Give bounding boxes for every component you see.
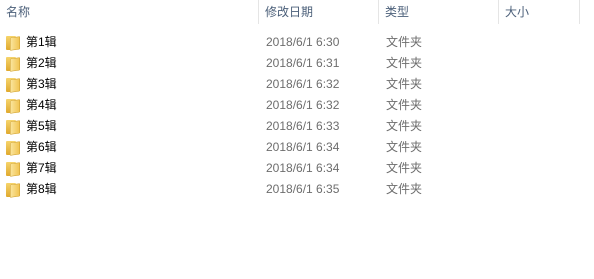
file-modified: 2018/6/1 6:33 — [266, 119, 340, 133]
file-modified: 2018/6/1 6:34 — [266, 140, 340, 154]
column-header-modified[interactable]: 修改日期 — [259, 0, 378, 24]
file-name: 第8辑 — [26, 182, 57, 196]
column-header-modified-label: 修改日期 — [265, 5, 314, 19]
file-row[interactable]: 第6辑 2018/6/1 6:34 文件夹 — [0, 137, 594, 158]
folder-icon — [6, 161, 20, 177]
column-header-type[interactable]: 类型 — [379, 0, 498, 24]
file-name: 第2辑 — [26, 56, 57, 70]
file-row[interactable]: 第2辑 2018/6/1 6:31 文件夹 — [0, 53, 594, 74]
folder-icon — [6, 140, 20, 156]
file-row[interactable]: 第5辑 2018/6/1 6:33 文件夹 — [0, 116, 594, 137]
file-type: 文件夹 — [386, 77, 423, 91]
file-name-cell: 第7辑 — [6, 158, 57, 179]
column-header-bar: 名称 ⌃ 修改日期 类型 大小 — [0, 0, 594, 24]
file-list: 第1辑 2018/6/1 6:30 文件夹 第2辑 2018/6/1 6:31 … — [0, 32, 594, 200]
file-modified: 2018/6/1 6:31 — [266, 56, 340, 70]
sort-ascending-icon: ⌃ — [125, 0, 133, 5]
column-header-name-label: 名称 — [6, 5, 31, 19]
file-type: 文件夹 — [386, 56, 423, 70]
file-name-cell: 第3辑 — [6, 74, 57, 95]
file-name: 第7辑 — [26, 161, 57, 175]
column-header-type-label: 类型 — [385, 5, 410, 19]
folder-icon — [6, 182, 20, 198]
file-name: 第4辑 — [26, 98, 57, 112]
file-row[interactable]: 第7辑 2018/6/1 6:34 文件夹 — [0, 158, 594, 179]
file-type: 文件夹 — [386, 161, 423, 175]
file-modified: 2018/6/1 6:34 — [266, 161, 340, 175]
file-name: 第6辑 — [26, 140, 57, 154]
column-header-size[interactable]: 大小 — [499, 0, 579, 24]
file-modified: 2018/6/1 6:35 — [266, 182, 340, 196]
file-name: 第1辑 — [26, 35, 57, 49]
column-header-size-label: 大小 — [505, 5, 530, 19]
file-name-cell: 第5辑 — [6, 116, 57, 137]
column-divider[interactable] — [579, 0, 580, 24]
file-modified: 2018/6/1 6:32 — [266, 77, 340, 91]
file-row[interactable]: 第1辑 2018/6/1 6:30 文件夹 — [0, 32, 594, 53]
file-name-cell: 第1辑 — [6, 32, 57, 53]
file-row[interactable]: 第8辑 2018/6/1 6:35 文件夹 — [0, 179, 594, 200]
file-name-cell: 第2辑 — [6, 53, 57, 74]
file-type: 文件夹 — [386, 119, 423, 133]
file-type: 文件夹 — [386, 140, 423, 154]
file-name-cell: 第4辑 — [6, 95, 57, 116]
file-modified: 2018/6/1 6:30 — [266, 35, 340, 49]
file-name: 第3辑 — [26, 77, 57, 91]
folder-icon — [6, 56, 20, 72]
file-row[interactable]: 第3辑 2018/6/1 6:32 文件夹 — [0, 74, 594, 95]
file-name-cell: 第6辑 — [6, 137, 57, 158]
file-row[interactable]: 第4辑 2018/6/1 6:32 文件夹 — [0, 95, 594, 116]
file-name: 第5辑 — [26, 119, 57, 133]
file-type: 文件夹 — [386, 182, 423, 196]
file-name-cell: 第8辑 — [6, 179, 57, 200]
folder-icon — [6, 119, 20, 135]
file-type: 文件夹 — [386, 35, 423, 49]
folder-icon — [6, 35, 20, 51]
file-modified: 2018/6/1 6:32 — [266, 98, 340, 112]
folder-icon — [6, 77, 20, 93]
file-type: 文件夹 — [386, 98, 423, 112]
folder-icon — [6, 98, 20, 114]
